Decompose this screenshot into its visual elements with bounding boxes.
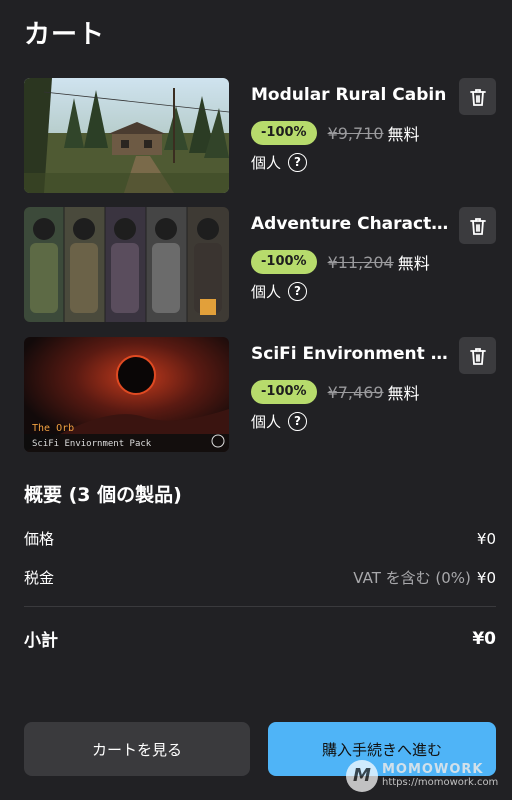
subtotal-row: 小計 ¥0	[24, 626, 496, 652]
product-thumbnail[interactable]	[24, 207, 229, 322]
watermark-brand: MOMOWORK	[382, 762, 484, 777]
page-title: カート	[24, 20, 106, 50]
thumbnail-title: The Orb	[32, 423, 74, 434]
cart-item: The Orb SciFi Enviornment Pack SciFi Env…	[24, 337, 496, 453]
watermark-url: https://momowork.com	[382, 777, 499, 788]
trash-icon	[469, 217, 486, 235]
discount-badge: -100%	[251, 380, 317, 404]
license-label: 個人	[251, 413, 282, 431]
watermark-logo-icon: M	[346, 760, 378, 792]
view-cart-button[interactable]: カートを見る	[24, 722, 250, 776]
cart-item: Modular Rural Cabin -100% ¥9,710 無料 個人 ?	[24, 78, 496, 194]
price-row: -100% ¥9,710 無料	[251, 121, 420, 145]
price-row: -100% ¥11,204 無料	[251, 250, 430, 274]
current-price: 無料	[387, 125, 420, 144]
original-price: ¥7,469	[327, 382, 384, 402]
remove-item-button[interactable]	[459, 337, 496, 374]
license-type: 個人 ?	[251, 152, 308, 173]
tax-note: VAT を含む (0%)	[353, 569, 471, 587]
thumbnail-subtitle: SciFi Enviornment Pack	[32, 439, 152, 449]
remove-item-button[interactable]	[459, 78, 496, 115]
product-name[interactable]: Adventure Character...	[251, 214, 457, 234]
watermark: M MOMOWORK https://momowork.com	[346, 760, 498, 792]
subtotal-label: 小計	[24, 631, 58, 651]
watermark-text: MOMOWORK https://momowork.com	[382, 763, 498, 789]
discount-badge: -100%	[251, 121, 317, 145]
license-label: 個人	[251, 154, 282, 172]
trash-icon	[469, 347, 486, 365]
tax-summary-row: 税金 VAT を含む (0%) ¥0	[24, 567, 496, 588]
subtotal-value: ¥0	[472, 628, 496, 649]
license-type: 個人 ?	[251, 281, 308, 302]
cart-item: Adventure Character... -100% ¥11,204 無料 …	[24, 207, 496, 323]
trash-icon	[469, 88, 486, 106]
original-price: ¥11,204	[327, 252, 394, 272]
current-price: 無料	[397, 254, 430, 273]
license-label: 個人	[251, 283, 282, 301]
price-summary-row: 価格 ¥0	[24, 528, 496, 549]
price-row: -100% ¥7,469 無料	[251, 380, 420, 404]
summary-title: 概要 (3 個の製品)	[24, 484, 182, 506]
current-price: 無料	[387, 384, 420, 403]
summary-divider	[24, 606, 496, 607]
discount-badge: -100%	[251, 250, 317, 274]
tax-label: 税金	[24, 569, 55, 587]
license-type: 個人 ?	[251, 411, 308, 432]
original-price: ¥9,710	[327, 123, 384, 143]
product-name[interactable]: Modular Rural Cabin	[251, 85, 457, 105]
product-thumbnail[interactable]: The Orb SciFi Enviornment Pack	[24, 337, 229, 452]
product-thumbnail[interactable]	[24, 78, 229, 193]
help-icon[interactable]: ?	[288, 153, 308, 172]
price-label: 価格	[24, 530, 55, 548]
remove-item-button[interactable]	[459, 207, 496, 244]
help-icon[interactable]: ?	[288, 282, 308, 301]
help-icon[interactable]: ?	[288, 412, 308, 431]
tax-value: ¥0	[476, 569, 496, 587]
tax-amount: VAT を含む (0%) ¥0	[353, 567, 496, 588]
price-value: ¥0	[476, 529, 496, 548]
product-name[interactable]: SciFi Environment — ...	[251, 344, 457, 364]
